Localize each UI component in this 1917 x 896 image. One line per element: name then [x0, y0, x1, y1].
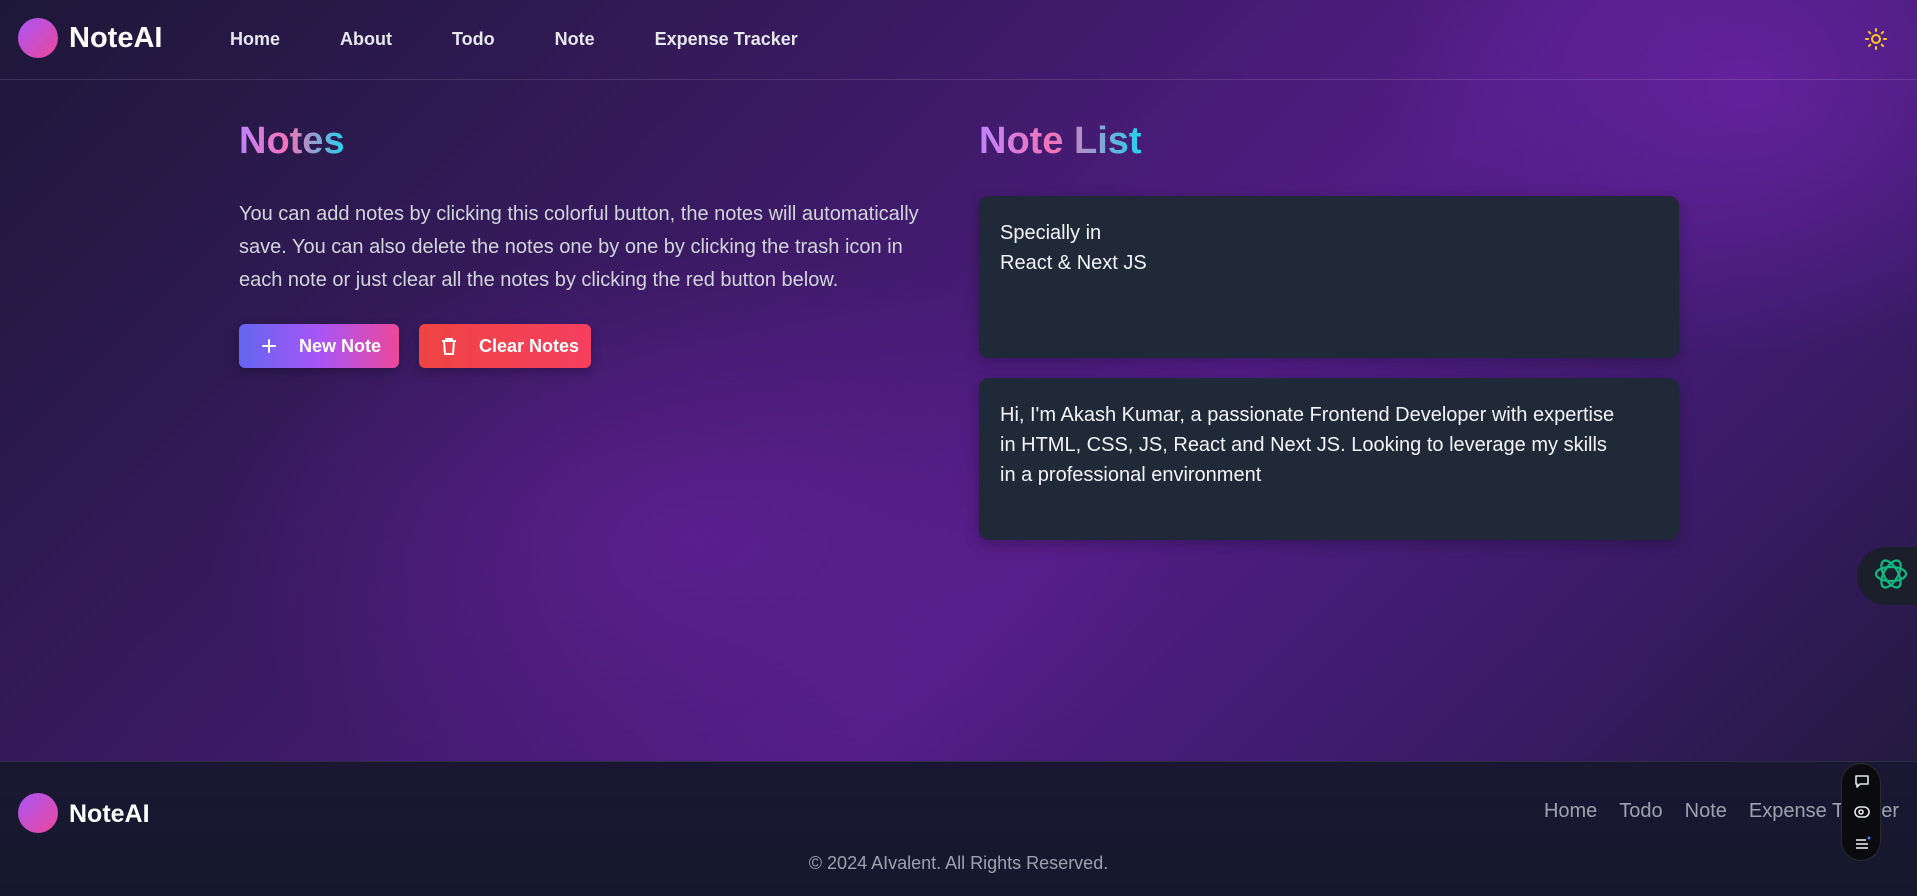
nav-expense-tracker[interactable]: Expense Tracker [655, 29, 798, 50]
copyright-text: © 2024 AIvalent. All Rights Reserved. [808, 853, 1109, 873]
trash-icon [439, 336, 459, 356]
note-text[interactable]: Hi, I'm Akash Kumar, a passionate Fronte… [1000, 400, 1619, 490]
notes-heading: Notes [239, 120, 345, 162]
openai-icon [1871, 554, 1911, 599]
note-card[interactable]: Hi, I'm Akash Kumar, a passionate Fronte… [979, 378, 1679, 540]
ai-assistant-button[interactable] [1857, 547, 1917, 605]
chat-bubble-icon[interactable] [1853, 772, 1871, 790]
footer-brand-name[interactable]: NoteAI [69, 800, 150, 829]
notes-description: You can add notes by clicking this color… [239, 203, 919, 291]
menu-list-icon[interactable] [1853, 834, 1871, 852]
nav-about[interactable]: About [340, 29, 392, 50]
camera-toggle-icon[interactable] [1853, 803, 1871, 821]
footer: NoteAI [0, 761, 1917, 896]
footer-link-note[interactable]: Note [1685, 800, 1727, 823]
logo-icon[interactable] [18, 18, 58, 58]
note-card[interactable]: Specially in React & Next JS [979, 196, 1679, 358]
note-text[interactable]: Specially in React & Next JS [1000, 218, 1619, 278]
new-note-button[interactable]: New Note [239, 324, 399, 368]
sun-icon[interactable] [1864, 27, 1888, 51]
plus-icon [259, 336, 279, 356]
new-note-label: New Note [299, 335, 382, 356]
footer-link-todo[interactable]: Todo [1619, 800, 1662, 823]
floating-toolbar [1841, 763, 1881, 861]
nav-note[interactable]: Note [555, 29, 595, 50]
brand-name[interactable]: NoteAI [69, 22, 162, 55]
footer-link-home[interactable]: Home [1544, 800, 1597, 823]
footer-logo-icon[interactable] [18, 793, 58, 833]
top-navbar: NoteAI Home About Todo Note Expense Trac… [0, 0, 1917, 80]
clear-notes-button[interactable]: Clear Notes [419, 324, 591, 368]
nav-home[interactable]: Home [230, 29, 280, 50]
note-list-heading: Note List [979, 120, 1142, 162]
main-nav: Home About Todo Note Expense Tracker [230, 0, 858, 78]
nav-todo[interactable]: Todo [452, 29, 495, 50]
clear-notes-label: Clear Notes [479, 335, 580, 356]
